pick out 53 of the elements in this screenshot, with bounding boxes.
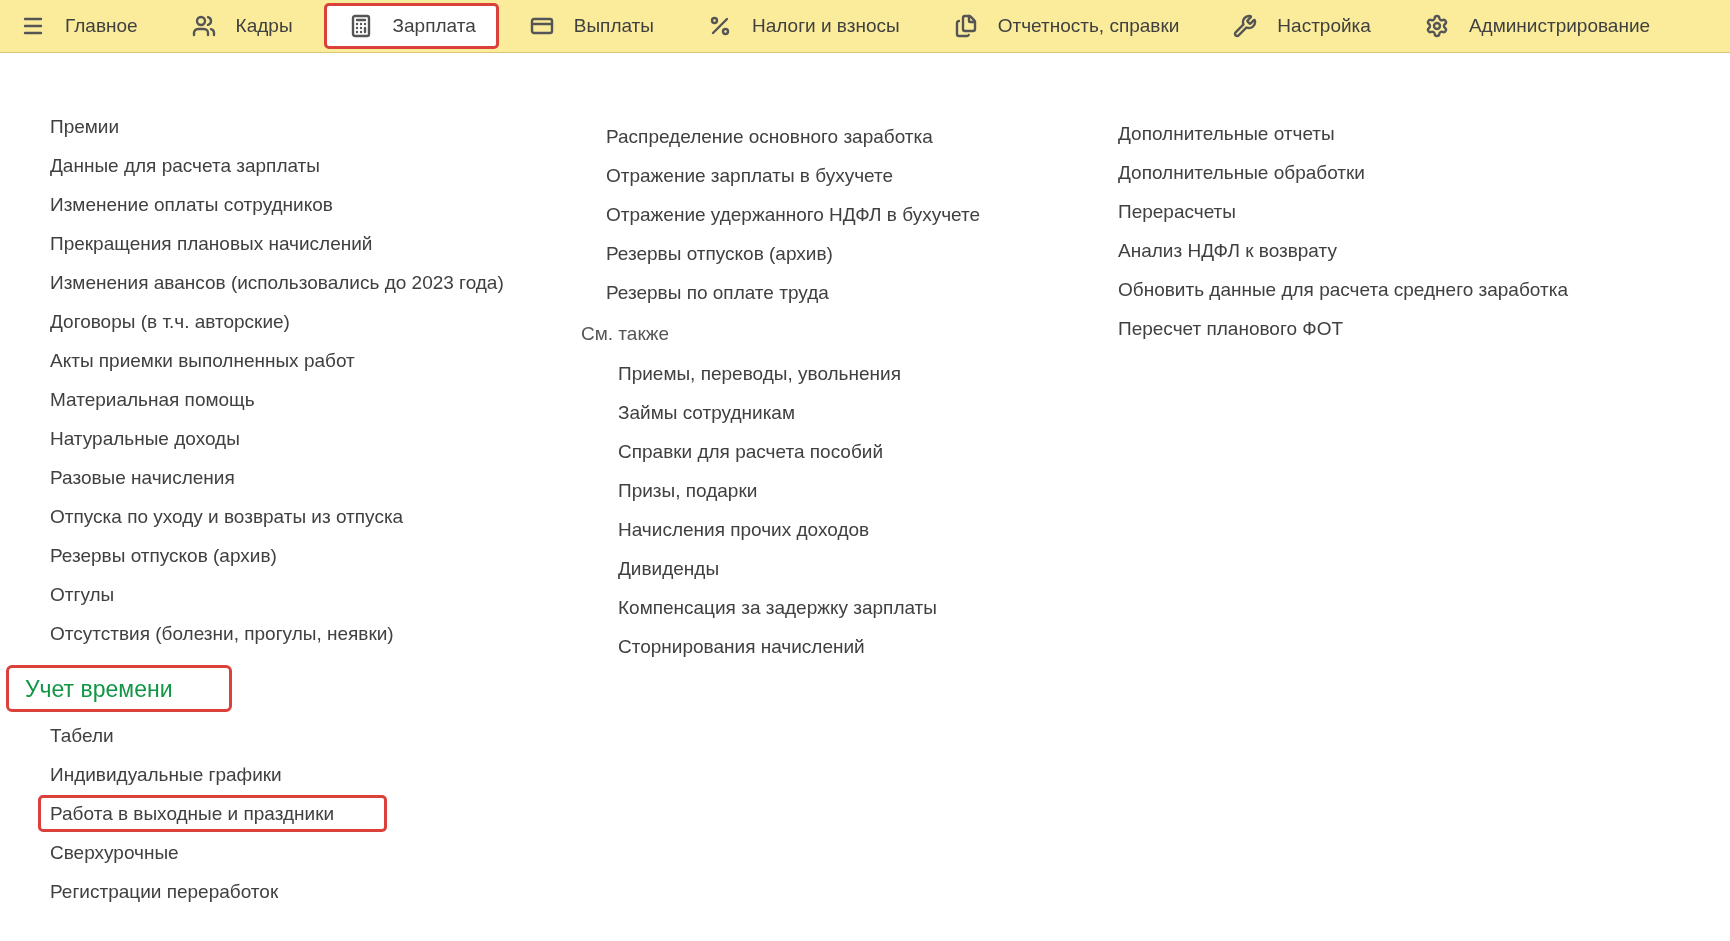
documents-icon <box>953 14 978 38</box>
menu-link[interactable]: Компенсация за задержку зарплаты <box>606 589 949 626</box>
menu-link[interactable]: Займы сотрудникам <box>606 394 807 431</box>
menu-link[interactable]: Прекращения плановых начислений <box>38 225 385 262</box>
menu-link[interactable]: Отпуска по уходу и возвраты из отпуска <box>38 498 416 535</box>
menu-link[interactable]: Договоры (в т.ч. авторские) <box>38 303 302 340</box>
menu-link[interactable]: Сверхурочные <box>38 834 191 871</box>
menu-link[interactable]: Дивиденды <box>606 550 732 587</box>
menu-link[interactable]: Анализ НДФЛ к возврату <box>1106 232 1349 269</box>
menu-link[interactable]: Дополнительные отчеты <box>1106 115 1347 152</box>
menu-link[interactable]: Индивидуальные графики <box>38 756 294 793</box>
menu-tab[interactable]: Выплаты <box>506 3 677 49</box>
menu-link[interactable]: Резервы отпусков (архив) <box>594 235 845 272</box>
section-title: Учет времени <box>6 665 232 712</box>
menu-link[interactable]: Данные для расчета зарплаты <box>38 147 332 184</box>
people-icon <box>191 14 216 38</box>
section-title: См. также <box>580 322 670 346</box>
menu-tab[interactable]: Налоги и взносы <box>685 3 923 49</box>
menu-link[interactable]: Премии <box>38 108 132 145</box>
menu-link[interactable]: Отгулы <box>38 576 127 613</box>
menu-link[interactable]: Регистрации переработок <box>38 873 291 910</box>
menu-link[interactable]: Резервы отпусков (архив) <box>38 537 289 574</box>
menu-link[interactable]: Отражение зарплаты в бухучете <box>594 157 906 194</box>
menu-link[interactable]: Изменение оплаты сотрудников <box>38 186 345 223</box>
menu-link[interactable]: Приемы, переводы, увольнения <box>606 355 913 392</box>
menu-link[interactable]: Работа в выходные и праздники <box>38 795 388 832</box>
menu-link[interactable]: Резервы по оплате труда <box>594 274 841 311</box>
menu-link[interactable]: Сторнирования начислений <box>606 628 877 665</box>
menu-link[interactable]: Табели <box>38 717 126 754</box>
menu-link[interactable]: Разовые начисления <box>38 459 247 496</box>
menu-tab[interactable]: Настройка <box>1210 3 1394 49</box>
menu-link[interactable]: Дополнительные обработки <box>1106 154 1377 191</box>
menu-link[interactable]: Пересчет планового ФОТ <box>1106 310 1356 347</box>
menu-tab[interactable]: Зарплата <box>323 3 499 49</box>
menu-link[interactable]: Изменения авансов (использовались до 2023 года) <box>38 264 516 301</box>
menu-link[interactable]: Перерасчеты <box>1106 193 1248 230</box>
menu-link[interactable]: Распределение основного заработка <box>594 118 945 155</box>
menu-link[interactable]: Отсутствия (болезни, прогулы, неявки) <box>38 615 406 652</box>
percent-icon <box>708 14 732 38</box>
settings-icon <box>1424 14 1449 38</box>
menu-tab[interactable]: Отчетность, справки <box>930 3 1203 49</box>
menu-tab[interactable]: Кадры <box>168 3 316 49</box>
menu-link[interactable]: Призы, подарки <box>606 472 770 509</box>
menu-link[interactable]: Акты приемки выполненных работ <box>38 342 367 379</box>
menu-link[interactable]: Натуральные доходы <box>38 420 252 457</box>
menu-link[interactable]: Начисления прочих доходов <box>606 511 882 548</box>
menu-link[interactable]: Справки для расчета пособий <box>606 433 896 470</box>
menu-tab[interactable]: Главное <box>14 3 161 49</box>
menu-link[interactable]: Отражение удержанного НДФЛ в бухучете <box>594 196 993 233</box>
menu-tab[interactable]: Администрирование <box>1401 3 1674 49</box>
menu-link[interactable]: Обновить данные для расчета среднего заработка <box>1106 271 1580 308</box>
menu-link[interactable]: Материальная помощь <box>38 381 267 418</box>
wrench-icon <box>1233 14 1258 38</box>
